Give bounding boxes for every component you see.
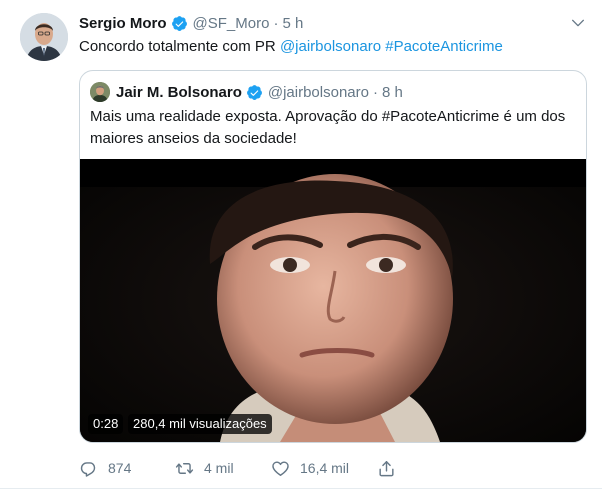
reply-button[interactable]: 874	[79, 458, 175, 478]
mention-link[interactable]: @jairbolsonaro	[280, 38, 381, 55]
quoted-author-name[interactable]: Jair M. Bolsonaro	[116, 84, 242, 101]
retweet-icon	[175, 462, 194, 474]
quoted-avatar-image	[90, 82, 110, 102]
quoted-tweet[interactable]: Jair M. Bolsonaro @jairbolsonaro · 8 h M…	[79, 70, 587, 443]
quoted-author-handle[interactable]: @jairbolsonaro	[268, 84, 369, 101]
avatar-image	[20, 13, 68, 61]
share-button[interactable]	[377, 458, 396, 478]
video-views-badge: 280,4 mil visualizações	[128, 414, 272, 434]
reply-icon	[80, 461, 96, 477]
like-count: 16,4 mil	[300, 460, 350, 476]
author-name[interactable]: Sergio Moro	[79, 15, 167, 32]
share-icon	[379, 460, 394, 476]
tweet-header: Sergio Moro @SF_Moro · 5 h	[79, 13, 303, 33]
author-handle[interactable]: @SF_Moro	[193, 15, 270, 32]
separator-dot: ·	[273, 14, 279, 32]
action-bar: 874 4 mil 16,4 mil	[79, 458, 396, 478]
quoted-avatar[interactable]	[90, 82, 110, 102]
like-icon	[272, 460, 289, 476]
video-duration-badge: 0:28	[88, 414, 124, 434]
verified-badge-icon	[246, 84, 262, 100]
tweet-text-prefix: Concordo totalmente com PR	[79, 38, 280, 55]
retweet-button[interactable]: 4 mil	[175, 458, 271, 478]
quoted-timestamp[interactable]: 8 h	[382, 84, 403, 101]
like-button[interactable]: 16,4 mil	[271, 458, 377, 478]
tweet[interactable]: Sergio Moro @SF_Moro · 5 h Concordo tota…	[0, 0, 602, 489]
verified-badge-icon	[171, 15, 187, 31]
avatar[interactable]	[20, 13, 68, 61]
tweet-text: Concordo totalmente com PR @jairbolsonar…	[79, 37, 503, 57]
hashtag-link[interactable]: #PacoteAnticrime	[385, 38, 503, 55]
quoted-text: Mais uma realidade exposta. Aprovação do…	[90, 108, 566, 147]
video-frame	[80, 159, 586, 442]
quoted-header: Jair M. Bolsonaro @jairbolsonaro · 8 h	[116, 81, 403, 103]
reply-count: 874	[108, 460, 132, 476]
retweet-count: 4 mil	[204, 460, 234, 476]
chevron-down-icon[interactable]	[570, 15, 586, 31]
separator-dot: ·	[372, 83, 378, 101]
tweet-timestamp[interactable]: 5 h	[282, 15, 303, 32]
video-player[interactable]: 0:28 280,4 mil visualizações	[80, 159, 586, 442]
